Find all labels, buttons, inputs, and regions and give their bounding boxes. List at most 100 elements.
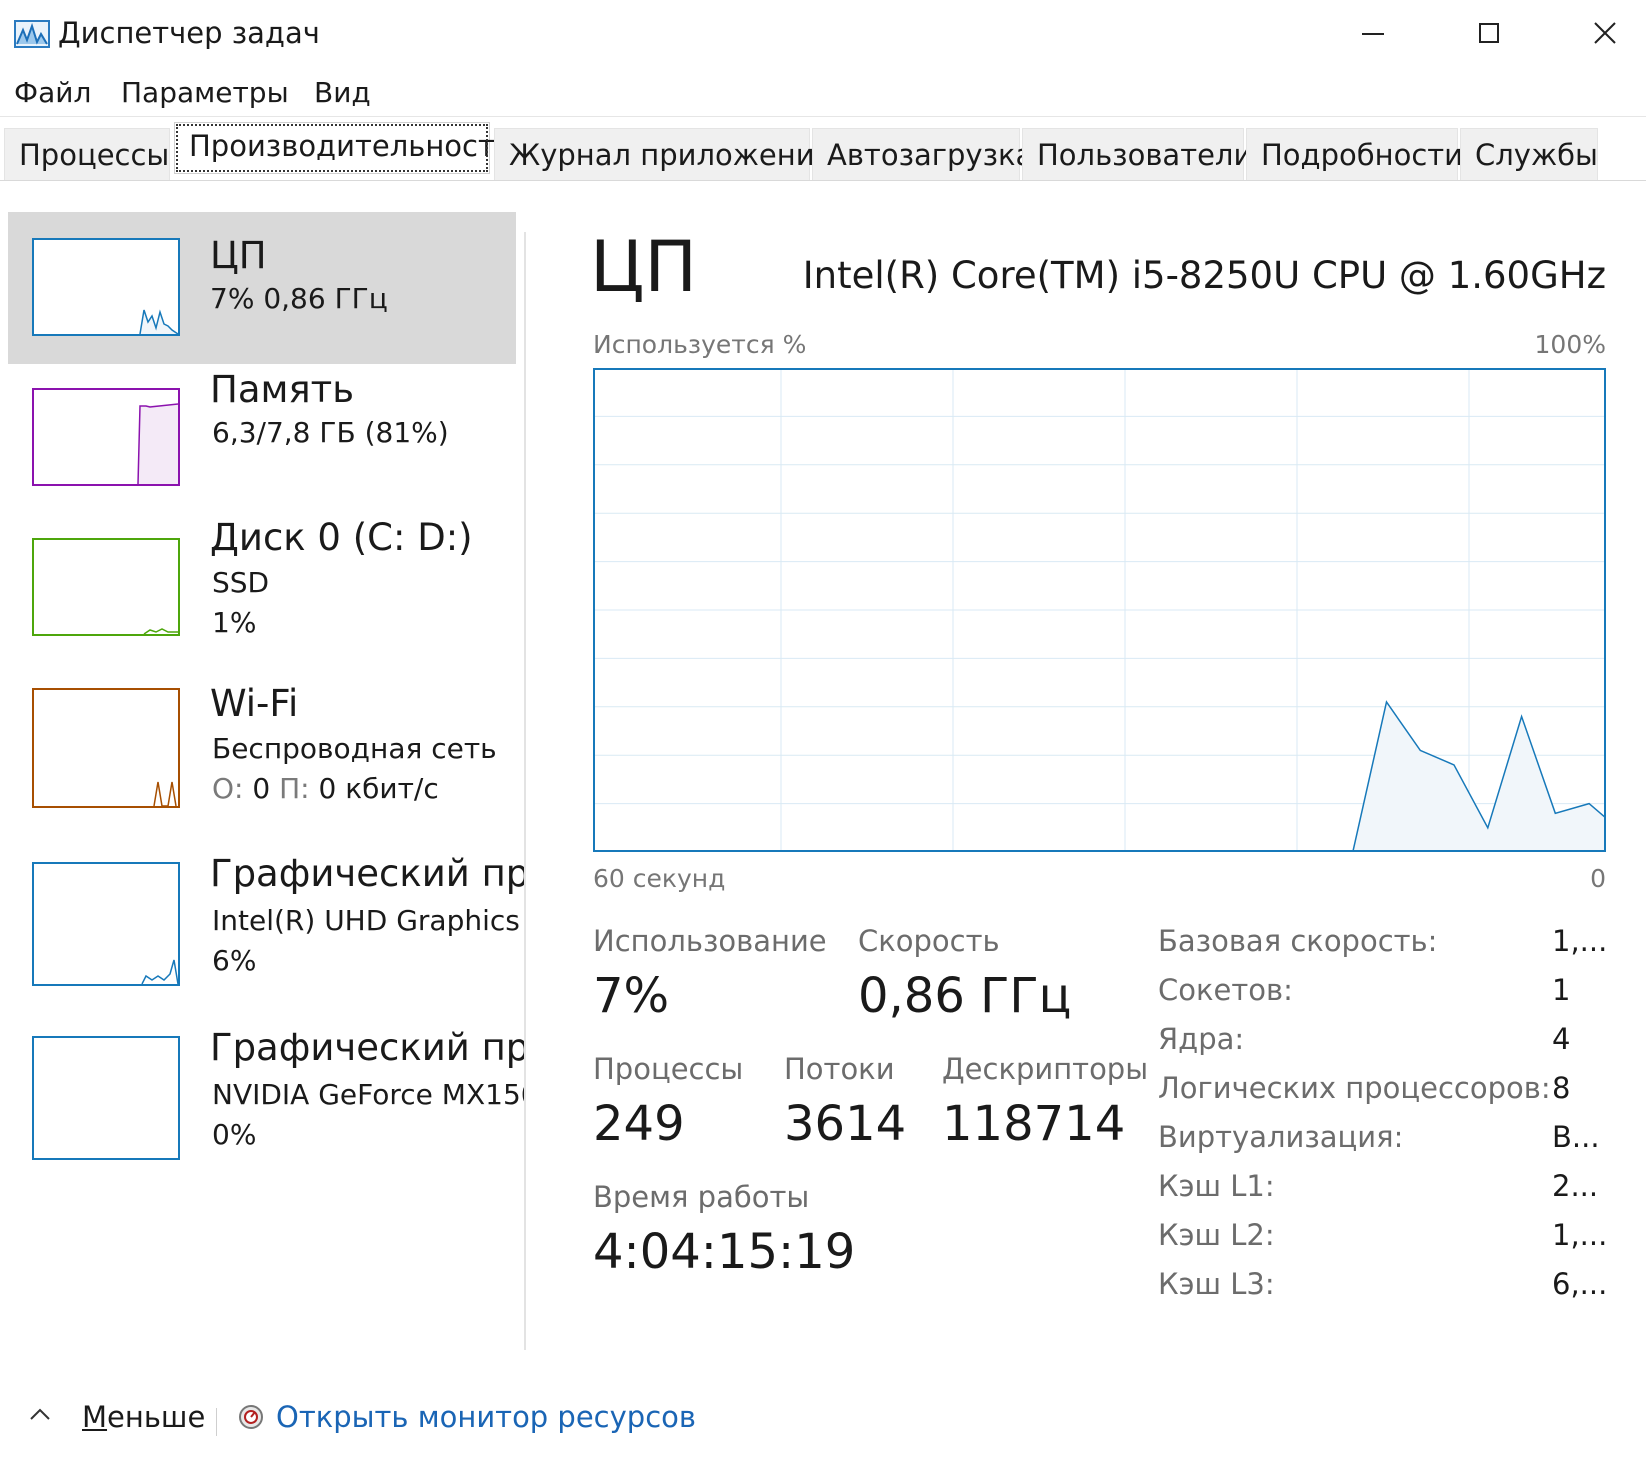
sidebar-disk-usage: 1% xyxy=(212,606,257,639)
spec-value: 1 xyxy=(1552,973,1571,1007)
sidebar-memory-title: Память xyxy=(210,368,355,411)
menu-divider xyxy=(0,116,1646,117)
sidebar-item-cpu[interactable]: ЦП 7% 0,86 ГГц xyxy=(8,212,516,364)
memory-thumbnail-graph xyxy=(32,388,180,486)
uptime-label: Время работы xyxy=(593,1180,810,1214)
spec-value: 6,... xyxy=(1552,1267,1608,1301)
spec-value: В... xyxy=(1552,1120,1600,1154)
handles-label: Дескрипторы xyxy=(942,1052,1149,1086)
sidebar-gpu0-usage: 6% xyxy=(212,944,257,977)
sidebar-disk-title: Диск 0 (C: D:) xyxy=(210,516,473,559)
spec-value: 4 xyxy=(1552,1022,1571,1056)
sidebar-item-memory[interactable]: Память 6,3/7,8 ГБ (81%) xyxy=(8,364,516,516)
cpu-usage-graph xyxy=(593,368,1606,852)
tab-divider xyxy=(0,180,1646,181)
cpu-model-name: Intel(R) Core(TM) i5-8250U CPU @ 1.60GHz xyxy=(802,254,1606,297)
threads-label: Потоки xyxy=(784,1052,895,1086)
graph-x-right-label: 0 xyxy=(1590,864,1606,893)
disk-thumbnail-graph xyxy=(32,538,180,636)
resource-monitor-icon xyxy=(239,1405,263,1429)
close-button[interactable] xyxy=(1566,4,1646,64)
maximize-icon xyxy=(1479,23,1499,43)
sidebar-divider xyxy=(524,232,526,1350)
tab-details[interactable]: Подробности xyxy=(1246,128,1463,180)
spec-label: Сокетов: xyxy=(1158,973,1293,1007)
wifi-send-value: 0 xyxy=(252,772,271,805)
spec-label: Логических процессоров: xyxy=(1158,1071,1551,1105)
menu-file[interactable]: Файл xyxy=(14,76,91,109)
minimize-button[interactable] xyxy=(1334,4,1414,64)
wifi-receive-label: П: xyxy=(279,772,310,805)
sidebar-gpu1-name: NVIDIA GeForce MX150 xyxy=(212,1078,524,1111)
spec-value: 1,... xyxy=(1552,1218,1608,1252)
uptime-value: 4:04:15:19 xyxy=(593,1224,856,1280)
tab-services[interactable]: Службы xyxy=(1460,128,1598,180)
cpu-usage-area xyxy=(593,702,1606,852)
tab-startup[interactable]: Автозагрузка xyxy=(812,128,1033,180)
spec-label: Кэш L3: xyxy=(1158,1267,1275,1301)
wifi-send-label: О: xyxy=(212,772,244,805)
footer-divider xyxy=(216,1408,217,1436)
sidebar-item-gpu0[interactable]: Графический процессор 0 Intel(R) UHD Gra… xyxy=(8,852,524,1010)
sidebar-wifi-title: Wi-Fi xyxy=(210,682,299,725)
gpu0-thumbnail-graph xyxy=(32,862,180,986)
usage-value: 7% xyxy=(593,968,670,1024)
sidebar-wifi-type: Беспроводная сеть xyxy=(212,732,497,765)
spec-label: Ядра: xyxy=(1158,1022,1245,1056)
speed-value: 0,86 ГГц xyxy=(858,968,1072,1024)
sidebar-item-gpu1[interactable]: Графический процессор 1 NVIDIA GeForce M… xyxy=(8,1026,524,1184)
processes-value: 249 xyxy=(593,1096,685,1152)
task-manager-icon xyxy=(14,20,50,48)
spec-label: Базовая скорость: xyxy=(1158,924,1438,958)
wifi-receive-value: 0 кбит/с xyxy=(318,772,439,805)
sidebar-gpu1-title: Графический процессор 1 xyxy=(210,1026,524,1069)
sidebar-memory-stats: 6,3/7,8 ГБ (81%) xyxy=(212,416,449,449)
usage-label: Использование xyxy=(593,924,827,958)
title-bar[interactable]: Диспетчер задач xyxy=(0,0,1646,68)
fewer-details-button[interactable]: Меньше xyxy=(82,1400,205,1434)
spec-value: 8 xyxy=(1552,1071,1571,1105)
cpu-thumbnail-graph xyxy=(32,238,180,336)
sidebar-item-wifi[interactable]: Wi-Fi Беспроводная сеть О: 0 П: 0 кбит/с xyxy=(8,682,516,836)
open-resource-monitor-link[interactable]: Открыть монитор ресурсов xyxy=(276,1400,696,1434)
menu-options[interactable]: Параметры xyxy=(121,76,289,109)
sidebar-disk-type: SSD xyxy=(212,566,270,599)
handles-value: 118714 xyxy=(942,1096,1126,1152)
tab-processes[interactable]: Процессы xyxy=(4,128,170,180)
tab-app-history[interactable]: Журнал приложений xyxy=(494,128,833,180)
fewer-label-text: еньше xyxy=(107,1400,206,1434)
page-title: ЦП xyxy=(590,226,697,308)
speed-label: Скорость xyxy=(858,924,1000,958)
processes-label: Процессы xyxy=(593,1052,744,1086)
graph-x-left-label: 60 секунд xyxy=(593,864,726,893)
sidebar-cpu-title: ЦП xyxy=(210,234,267,277)
threads-value: 3614 xyxy=(784,1096,907,1152)
close-icon xyxy=(1594,22,1616,44)
spec-value: 2... xyxy=(1552,1169,1599,1203)
maximize-button[interactable] xyxy=(1450,4,1530,64)
wifi-thumbnail-graph xyxy=(32,688,180,808)
tab-performance[interactable]: Производительность xyxy=(174,122,512,174)
spec-label: Кэш L2: xyxy=(1158,1218,1275,1252)
tab-bar: Процессы Производительность Журнал прило… xyxy=(0,122,1646,182)
sidebar-gpu0-title: Графический процессор 0 xyxy=(210,852,524,895)
fewer-label-mnemonic: М xyxy=(82,1400,108,1434)
sidebar-gpu1-usage: 0% xyxy=(212,1118,257,1151)
minimize-icon xyxy=(1362,33,1384,35)
footer-bar: Меньше Открыть монитор ресурсов xyxy=(0,1392,1646,1452)
gpu1-thumbnail-graph xyxy=(32,1036,180,1160)
sidebar-cpu-stats: 7% 0,86 ГГц xyxy=(210,282,388,315)
tab-users[interactable]: Пользователи xyxy=(1022,128,1252,180)
resource-sidebar: ЦП 7% 0,86 ГГц Память 6,3/7,8 ГБ (81%) Д… xyxy=(0,200,524,1200)
sidebar-item-disk[interactable]: Диск 0 (C: D:) SSD 1% xyxy=(8,516,516,668)
graph-y-max: 100% xyxy=(1534,330,1606,359)
sidebar-wifi-throughput: О: 0 П: 0 кбит/с xyxy=(212,772,439,805)
sidebar-gpu0-name: Intel(R) UHD Graphics 620 xyxy=(212,904,524,937)
graph-y-label: Используется % xyxy=(593,330,807,359)
spec-label: Виртуализация: xyxy=(1158,1120,1404,1154)
spec-value: 1,... xyxy=(1552,924,1608,958)
window-title: Диспетчер задач xyxy=(58,16,320,50)
chevron-up-icon[interactable] xyxy=(28,1406,52,1422)
spec-label: Кэш L1: xyxy=(1158,1169,1275,1203)
menu-view[interactable]: Вид xyxy=(314,76,371,109)
